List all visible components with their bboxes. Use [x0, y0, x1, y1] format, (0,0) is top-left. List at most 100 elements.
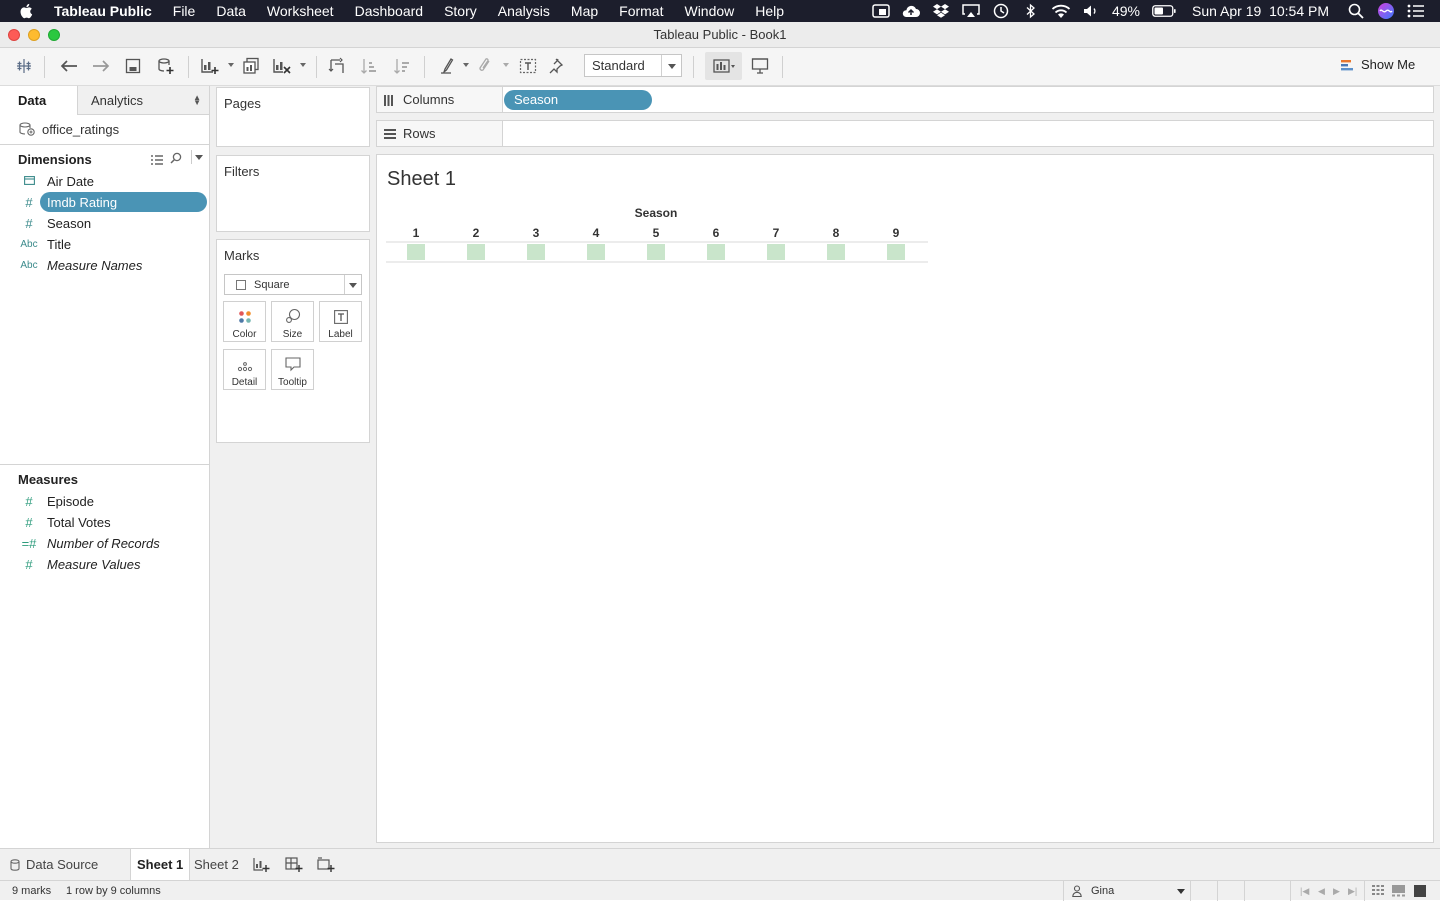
user-name[interactable]: Gina — [1091, 885, 1114, 897]
tab-data-source[interactable]: Data Source — [4, 849, 104, 881]
sort-ascending-icon[interactable] — [358, 55, 380, 77]
battery-icon[interactable] — [1151, 3, 1177, 19]
field-total-votes[interactable]: # Total Votes — [18, 512, 208, 532]
filters-card[interactable]: Filters — [216, 155, 370, 232]
rows-shelf[interactable]: Rows — [376, 120, 1434, 147]
user-menu-chevron-icon[interactable] — [1177, 889, 1185, 894]
menu-worksheet[interactable]: Worksheet — [267, 3, 334, 19]
column-header-label[interactable]: 8 — [833, 226, 840, 240]
menu-format[interactable]: Format — [619, 3, 663, 19]
field-title[interactable]: Abc Title — [18, 234, 208, 254]
swap-rows-columns-icon[interactable] — [326, 55, 348, 77]
square-mark[interactable] — [587, 244, 605, 260]
new-data-source-icon[interactable] — [155, 55, 177, 77]
menu-window[interactable]: Window — [684, 3, 734, 19]
group-members-icon[interactable] — [475, 55, 497, 77]
tab-sheet-2[interactable]: Sheet 2 — [188, 849, 245, 881]
first-page-icon[interactable]: |◀ — [1300, 886, 1309, 897]
tooltip-button[interactable]: Tooltip — [271, 349, 314, 390]
new-dashboard-tab-icon[interactable] — [285, 857, 303, 878]
pages-card[interactable]: Pages — [216, 87, 370, 147]
next-page-icon[interactable]: ▶ — [1333, 886, 1340, 897]
grid-view-icon[interactable] — [1372, 885, 1384, 900]
tableau-logo-icon[interactable] — [13, 55, 35, 77]
color-button[interactable]: Color — [223, 301, 266, 342]
square-mark[interactable] — [707, 244, 725, 260]
menu-help[interactable]: Help — [755, 3, 784, 19]
label-button[interactable]: Label — [319, 301, 362, 342]
fix-axes-pin-icon[interactable] — [547, 55, 569, 77]
volume-icon[interactable] — [1081, 3, 1101, 19]
detail-button[interactable]: Detail — [223, 349, 266, 390]
siri-icon[interactable] — [1376, 3, 1396, 19]
field-measure-names[interactable]: Abc Measure Names — [18, 255, 208, 275]
single-sheet-view-icon[interactable] — [1414, 885, 1426, 900]
menu-analysis[interactable]: Analysis — [498, 3, 550, 19]
column-header-label[interactable]: 7 — [773, 226, 780, 240]
square-mark[interactable] — [887, 244, 905, 260]
search-icon[interactable] — [170, 151, 182, 169]
column-header-label[interactable]: 9 — [893, 226, 900, 240]
tab-sheet-1[interactable]: Sheet 1 — [130, 849, 191, 881]
view-list-icon[interactable] — [151, 152, 163, 170]
menu-data[interactable]: Data — [216, 3, 246, 19]
wifi-icon[interactable] — [1051, 3, 1071, 19]
field-measure-values[interactable]: # Measure Values — [18, 554, 208, 574]
menu-file[interactable]: File — [173, 3, 196, 19]
duplicate-sheet-icon[interactable] — [240, 55, 262, 77]
square-mark[interactable] — [827, 244, 845, 260]
show-mark-labels-icon[interactable] — [517, 55, 539, 77]
filmstrip-view-icon[interactable] — [1392, 885, 1405, 900]
fit-view-select[interactable]: Standard — [584, 54, 682, 77]
column-header-label[interactable]: 1 — [413, 226, 420, 240]
square-mark[interactable] — [647, 244, 665, 260]
new-worksheet-tab-icon[interactable] — [253, 857, 271, 878]
last-page-icon[interactable]: ▶| — [1348, 886, 1357, 897]
new-worksheet-icon[interactable] — [199, 55, 221, 77]
square-mark[interactable] — [467, 244, 485, 260]
notification-center-icon[interactable] — [1406, 3, 1426, 19]
dropbox-icon[interactable] — [931, 3, 951, 19]
mark-type-select[interactable]: Square — [224, 274, 362, 295]
field-season[interactable]: # Season — [18, 213, 208, 233]
field-air-date[interactable]: Air Date — [18, 171, 208, 191]
column-header-label[interactable]: 3 — [533, 226, 540, 240]
column-header-label[interactable]: 4 — [593, 226, 600, 240]
clear-sheet-icon[interactable] — [271, 55, 293, 77]
time-machine-icon[interactable] — [991, 3, 1011, 19]
cloud-upload-icon[interactable] — [901, 3, 921, 19]
sheet-title[interactable]: Sheet 1 — [387, 168, 456, 191]
redo-icon[interactable] — [90, 55, 112, 77]
save-icon[interactable] — [122, 55, 144, 77]
menu-app-name[interactable]: Tableau Public — [54, 3, 152, 19]
undo-icon[interactable] — [58, 55, 80, 77]
data-source-item[interactable]: office_ratings — [18, 121, 119, 137]
menu-map[interactable]: Map — [571, 3, 598, 19]
spotlight-search-icon[interactable] — [1346, 3, 1366, 19]
show-cards-icon[interactable] — [705, 52, 742, 80]
previous-page-icon[interactable]: ◀ — [1318, 886, 1325, 897]
minimize-window-button[interactable] — [28, 29, 40, 41]
apple-menu-icon[interactable] — [18, 2, 36, 20]
bluetooth-icon[interactable] — [1021, 3, 1041, 19]
field-imdb-rating[interactable]: # Imdb Rating — [18, 192, 208, 212]
tab-data[interactable]: Data — [0, 86, 78, 115]
column-header-label[interactable]: 6 — [713, 226, 720, 240]
chevron-down-icon[interactable] — [191, 150, 205, 164]
column-header-label[interactable]: 2 — [473, 226, 480, 240]
highlight-icon[interactable] — [437, 55, 459, 77]
presentation-mode-icon[interactable] — [749, 55, 771, 77]
menu-story[interactable]: Story — [444, 3, 477, 19]
zoom-window-button[interactable] — [48, 29, 60, 41]
square-mark[interactable] — [767, 244, 785, 260]
airplay-icon[interactable] — [961, 3, 981, 19]
chevron-down-icon[interactable] — [344, 275, 361, 294]
chevron-down-icon[interactable] — [661, 55, 681, 76]
season-column-pill[interactable]: Season — [504, 90, 652, 110]
screen-share-icon[interactable] — [871, 3, 891, 19]
square-mark[interactable] — [407, 244, 425, 260]
size-button[interactable]: Size — [271, 301, 314, 342]
square-mark[interactable] — [527, 244, 545, 260]
clock[interactable]: Sun Apr 19 10:54 PM — [1192, 3, 1329, 19]
field-episode[interactable]: # Episode — [18, 491, 208, 511]
